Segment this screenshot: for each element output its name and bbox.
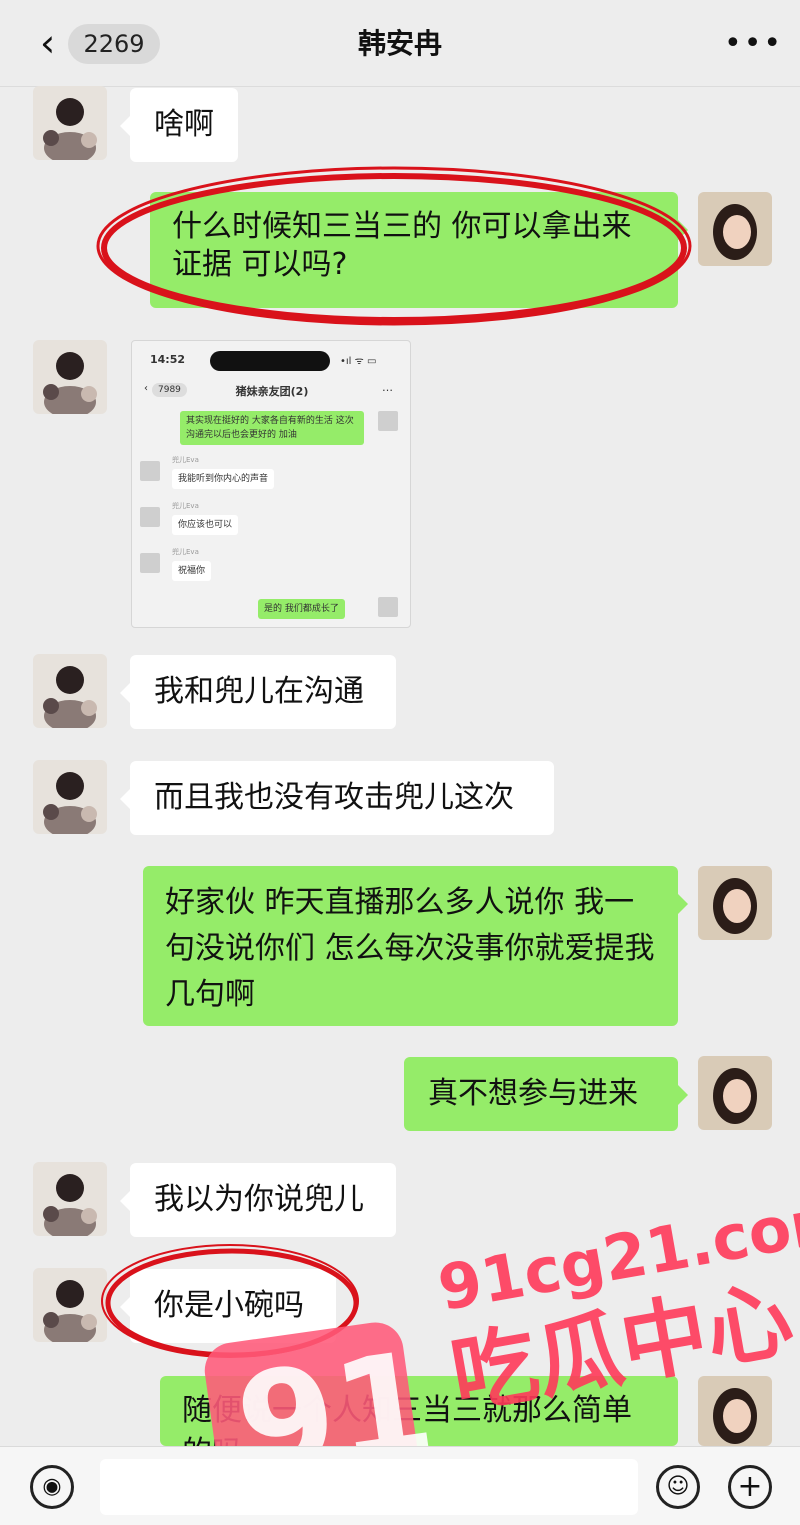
highlight-circle (101, 173, 687, 323)
message-input[interactable] (100, 1459, 638, 1515)
plus-icon[interactable]: + (728, 1465, 772, 1509)
voice-icon[interactable]: ◉ (30, 1465, 74, 1509)
highlight-circle (96, 166, 692, 326)
input-bar: ◉ ☺ + (0, 1446, 800, 1525)
emoji-icon[interactable]: ☺ (656, 1465, 700, 1509)
